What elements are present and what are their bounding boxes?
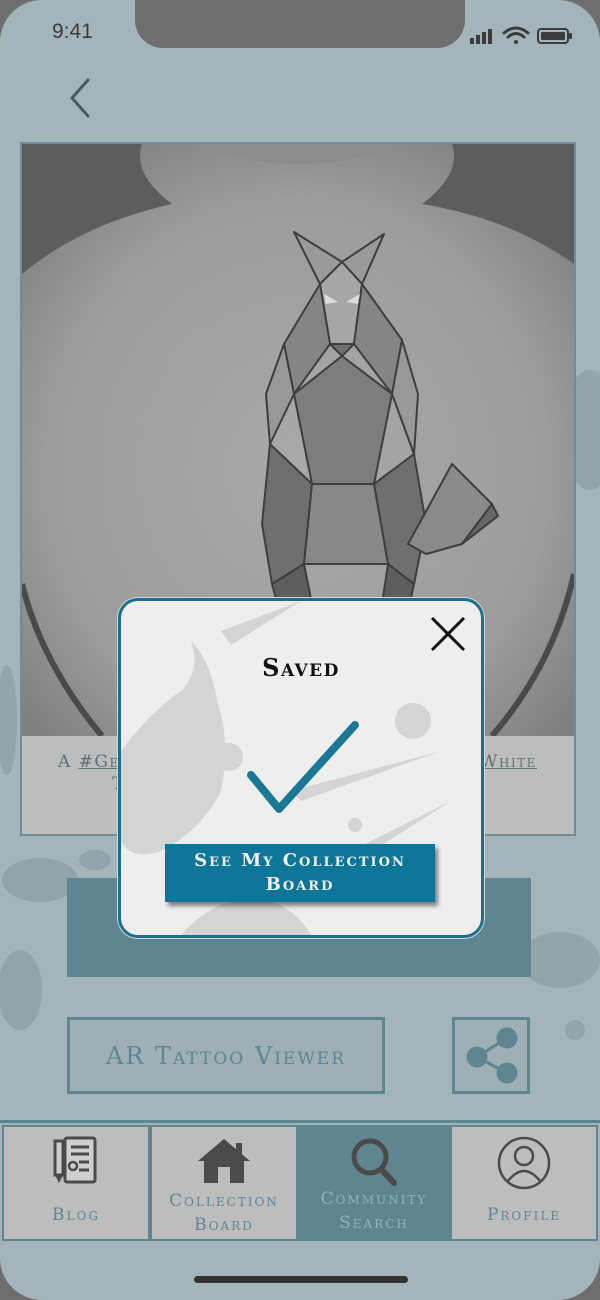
bottom-navigation: Blog Collection Board Community Search P…	[0, 1120, 600, 1243]
caption-hashtag-link[interactable]: #Ge	[79, 752, 120, 772]
see-my-collection-board-label: See My Collection Board	[194, 850, 406, 895]
ar-tattoo-viewer-button[interactable]: AR Tattoo Viewer	[67, 1017, 385, 1094]
saved-dialog: Saved See My Collection Board	[118, 598, 484, 938]
phone-screen: 9:41 A #Ge White AR Tattoo Viewer Blog C…	[0, 0, 600, 1300]
chevron-left-icon[interactable]	[60, 74, 104, 118]
home-icon	[198, 1139, 250, 1183]
see-my-collection-board-button[interactable]: See My Collection Board	[165, 844, 435, 902]
nav-label-board: Board	[194, 1215, 254, 1235]
ar-tattoo-viewer-label: AR Tattoo Viewer	[105, 1041, 347, 1070]
caption-text: A	[58, 752, 79, 772]
search-icon	[351, 1138, 397, 1186]
close-icon[interactable]	[427, 613, 469, 655]
signal-icon	[470, 29, 492, 44]
home-indicator	[194, 1276, 408, 1283]
share-icon	[466, 1027, 518, 1084]
nav-item-collection-board[interactable]: Collection Board	[150, 1125, 298, 1241]
nav-item-blog[interactable]: Blog	[2, 1125, 150, 1241]
nav-item-profile[interactable]: Profile	[450, 1125, 598, 1241]
saved-title: Saved	[262, 653, 340, 682]
battery-icon	[537, 28, 572, 44]
device-notch	[135, 0, 465, 48]
nav-label-collection: Collection	[169, 1191, 279, 1211]
share-button[interactable]	[452, 1017, 530, 1094]
nav-label-blog: Blog	[52, 1205, 100, 1225]
wifi-icon	[502, 26, 530, 44]
nav-label-profile: Profile	[486, 1205, 562, 1225]
status-icons	[470, 26, 572, 44]
profile-icon	[497, 1136, 551, 1190]
status-time: 9:41	[52, 20, 93, 43]
nav-item-community-search[interactable]: Community Search	[298, 1125, 450, 1241]
nav-label-community: Community	[320, 1189, 428, 1209]
caption-hashtag-link-2[interactable]: White	[480, 752, 537, 772]
nav-label-search: Search	[339, 1213, 409, 1233]
checkmark-icon	[247, 721, 359, 813]
blog-icon	[53, 1136, 97, 1184]
